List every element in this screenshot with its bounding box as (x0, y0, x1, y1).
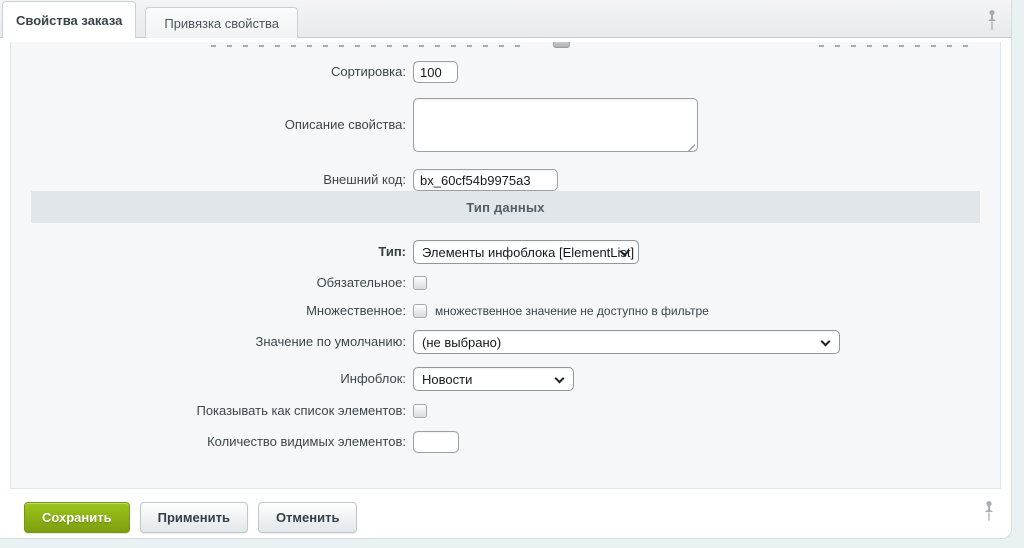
visible-count-label: Количество видимых элементов: (11, 434, 413, 450)
form-footer: Сохранить Применить Отменить (0, 489, 1012, 539)
clipped-text-remnant (211, 45, 531, 47)
multiple-checkbox[interactable] (413, 304, 427, 318)
external-code-row: Внешний код: (11, 169, 1000, 191)
tab-order-properties[interactable]: Свойства заказа (2, 1, 136, 38)
external-code-label: Внешний код: (11, 172, 413, 188)
sort-input[interactable] (413, 61, 458, 83)
default-value-row: Значение по умолчанию: (не выбрано) (11, 330, 1000, 354)
infoblock-label: Инфоблок: (11, 371, 413, 387)
multiple-note: множественное значение не доступно в фил… (435, 304, 709, 318)
required-label: Обязательное: (11, 275, 413, 291)
show-as-list-row: Показывать как список элементов: (11, 403, 1000, 419)
pin-icon[interactable] (982, 500, 996, 522)
default-value-label: Значение по умолчанию: (11, 334, 413, 350)
type-label: Тип: (11, 244, 413, 260)
cancel-button[interactable]: Отменить (258, 502, 358, 533)
type-row: Тип: Элементы инфоблока [ElementList] (11, 240, 1000, 264)
description-row: Описание свойства: (11, 98, 1000, 157)
infoblock-select[interactable]: Новости (413, 367, 574, 391)
type-select-value: Элементы инфоблока [ElementList] (422, 245, 634, 260)
sort-row: Сортировка: (11, 61, 1000, 83)
tab-bar: Свойства заказа Привязка свойства (0, 0, 1011, 38)
required-checkbox[interactable] (413, 276, 427, 290)
chevron-down-icon (555, 374, 565, 384)
clipped-checkbox-remnant (553, 42, 570, 48)
visible-count-input[interactable] (413, 431, 459, 453)
pin-icon[interactable] (985, 9, 999, 31)
content-card: Свойства заказа Привязка свойства Сортир… (0, 0, 1012, 539)
form-panel: Сортировка: Описание свойства: Внешний к… (10, 42, 1001, 489)
apply-button[interactable]: Применить (140, 502, 248, 533)
save-button[interactable]: Сохранить (24, 502, 130, 533)
multiple-row: Множественное: множественное значение не… (11, 303, 1000, 319)
infoblock-select-value: Новости (422, 372, 472, 387)
section-header-title: Тип данных (466, 200, 544, 215)
clipped-text-remnant (819, 45, 969, 47)
multiple-label: Множественное: (11, 303, 413, 319)
tab-order-properties-label: Свойства заказа (16, 13, 122, 28)
sort-label: Сортировка: (11, 64, 413, 80)
description-label: Описание свойства: (11, 98, 413, 133)
external-code-input[interactable] (413, 169, 558, 191)
default-value-select-value: (не выбрано) (422, 335, 501, 350)
type-select[interactable]: Элементы инфоблока [ElementList] (413, 240, 639, 264)
tab-property-binding[interactable]: Привязка свойства (145, 7, 298, 38)
chevron-down-icon (821, 337, 831, 347)
section-header-type-data: Тип данных (31, 191, 980, 223)
infoblock-row: Инфоблок: Новости (11, 367, 1000, 391)
show-as-list-label: Показывать как список элементов: (11, 403, 413, 419)
default-value-select[interactable]: (не выбрано) (413, 330, 840, 354)
description-textarea[interactable] (413, 98, 698, 152)
button-row: Сохранить Применить Отменить (0, 489, 1012, 533)
visible-count-row: Количество видимых элементов: (11, 431, 1000, 453)
show-as-list-checkbox[interactable] (413, 404, 427, 418)
clipped-row-remnant (11, 42, 1000, 49)
required-row: Обязательное: (11, 275, 1000, 291)
tab-property-binding-label: Привязка свойства (164, 16, 279, 31)
